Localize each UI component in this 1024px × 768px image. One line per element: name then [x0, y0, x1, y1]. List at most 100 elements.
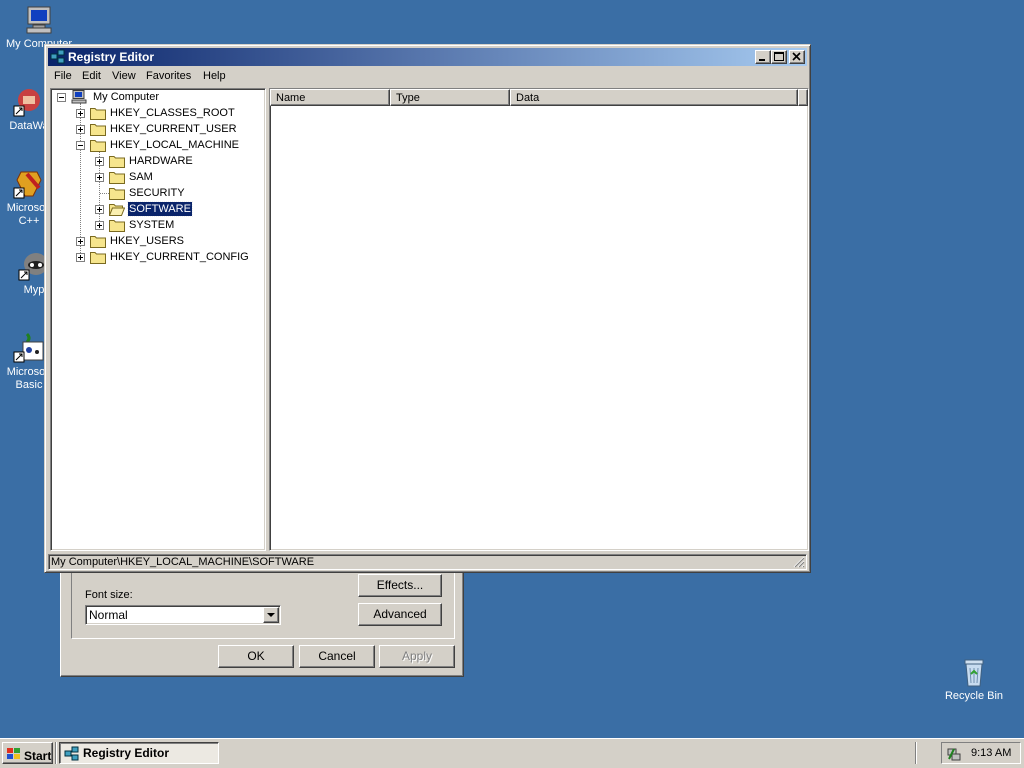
tree-node-security[interactable]: SECURITY: [95, 185, 255, 201]
registry-editor-window: Registry Editor File Edit View Favorites…: [44, 44, 811, 573]
menu-view[interactable]: View: [112, 70, 136, 82]
my-computer-icon: [23, 4, 55, 36]
column-header-type[interactable]: Type: [390, 89, 510, 106]
taskbar-separator: [915, 742, 917, 764]
regedit-app-icon[interactable]: [50, 49, 66, 65]
folder-icon: [90, 138, 106, 152]
title-bar[interactable]: Registry Editor: [48, 48, 807, 66]
tree-connector: [100, 193, 109, 194]
expand-toggle-icon[interactable]: [95, 221, 104, 230]
apply-button[interactable]: Apply: [379, 645, 455, 668]
expand-toggle-icon[interactable]: [95, 205, 104, 214]
tree-node-label: SYSTEM: [129, 219, 175, 231]
folder-icon: [109, 170, 125, 184]
expand-toggle-icon[interactable]: [76, 237, 85, 246]
menu-edit[interactable]: Edit: [82, 70, 101, 82]
dropdown-arrow-icon[interactable]: [263, 607, 279, 623]
desktop-icon-label: Recycle Bin: [944, 690, 1004, 702]
expand-toggle-icon[interactable]: [76, 253, 85, 262]
taskbar-button-label: Registry Editor: [83, 746, 170, 760]
status-bar: My Computer\HKEY_LOCAL_MACHINE\SOFTWARE: [48, 554, 807, 570]
registry-tree-pane[interactable]: My Computer HKEY_CLASSES_ROOT HKEY_CURRE…: [50, 88, 266, 551]
desktop-icon-recycle-bin[interactable]: Recycle Bin: [939, 656, 1009, 703]
folder-icon: [90, 234, 106, 248]
font-size-select[interactable]: Normal: [85, 605, 281, 625]
clock[interactable]: 9:13 AM: [971, 747, 1011, 759]
status-path: My Computer\HKEY_LOCAL_MACHINE\SOFTWARE: [51, 556, 315, 568]
tree-node-hkey-current-config[interactable]: HKEY_CURRENT_CONFIG: [76, 249, 261, 265]
minimize-button[interactable]: [755, 50, 771, 64]
menu-file[interactable]: File: [54, 70, 72, 82]
folder-icon: [90, 106, 106, 120]
visual-basic-shortcut-icon: [13, 332, 45, 364]
visual-cpp-shortcut-icon: [13, 168, 45, 200]
start-label: Start: [24, 749, 52, 763]
ok-button[interactable]: OK: [218, 645, 294, 668]
maximize-icon: [774, 52, 784, 61]
maximize-button[interactable]: [771, 50, 787, 64]
tree-node-software[interactable]: SOFTWARE: [95, 201, 255, 217]
taskbar: Start Registry Editor 9:13 AM: [0, 738, 1024, 768]
close-icon: [792, 52, 801, 61]
folder-icon: [109, 186, 125, 200]
folder-icon: [90, 250, 106, 264]
close-button[interactable]: [789, 50, 805, 64]
menu-bar: File Edit View Favorites Help: [48, 68, 807, 86]
datawa-shortcut-icon: [13, 86, 45, 118]
menu-help[interactable]: Help: [203, 70, 226, 82]
window-title: Registry Editor: [68, 50, 155, 64]
background-properties-dialog: Effects... Font size: Normal Advanced OK…: [60, 551, 464, 677]
tree-node-system[interactable]: SYSTEM: [95, 217, 255, 233]
column-header-label: Type: [396, 92, 420, 104]
tree-node-hardware[interactable]: HARDWARE: [95, 153, 255, 169]
network-tray-icon[interactable]: [946, 746, 962, 762]
computer-icon: [71, 90, 87, 104]
registry-values-pane[interactable]: Name Type Data: [269, 88, 809, 551]
collapse-toggle-icon[interactable]: [76, 141, 85, 150]
regedit-app-icon: [64, 746, 80, 762]
windows-logo-icon: [6, 746, 22, 762]
tree-node-label: HKEY_LOCAL_MACHINE: [110, 139, 239, 151]
system-tray: 9:13 AM: [941, 742, 1021, 764]
collapse-toggle-icon[interactable]: [57, 93, 66, 102]
tree-node-sam[interactable]: SAM: [95, 169, 255, 185]
resize-grip-icon[interactable]: [793, 556, 805, 568]
tree-node-label: SAM: [129, 171, 153, 183]
recycle-bin-icon: [958, 656, 990, 688]
tree-node-label: My Computer: [93, 91, 160, 103]
tree-node-label: HKEY_CURRENT_USER: [110, 123, 237, 135]
column-header-data[interactable]: Data: [510, 89, 798, 106]
start-button[interactable]: Start: [2, 742, 53, 764]
taskbar-separator: [55, 742, 57, 764]
expand-toggle-icon[interactable]: [76, 125, 85, 134]
column-header-label: Data: [516, 92, 540, 104]
tree-node-hkey-users[interactable]: HKEY_USERS: [76, 233, 256, 249]
tree-node-hkey-local-machine[interactable]: HKEY_LOCAL_MACHINE: [76, 137, 256, 153]
expand-toggle-icon[interactable]: [95, 157, 104, 166]
tree-node-hkey-current-user[interactable]: HKEY_CURRENT_USER: [76, 121, 256, 137]
tree-node-label: HKEY_USERS: [110, 235, 184, 247]
advanced-button[interactable]: Advanced: [358, 603, 442, 626]
tree-node-hkey-classes-root[interactable]: HKEY_CLASSES_ROOT: [76, 105, 256, 121]
cancel-button[interactable]: Cancel: [299, 645, 375, 668]
tree-node-label: HARDWARE: [129, 155, 193, 167]
open-folder-icon: [108, 202, 126, 216]
font-size-value: Normal: [89, 608, 128, 622]
folder-icon: [90, 122, 106, 136]
folder-icon: [109, 154, 125, 168]
tree-node-label: HKEY_CURRENT_CONFIG: [110, 251, 249, 263]
tree-node-label: HKEY_CLASSES_ROOT: [110, 107, 235, 119]
expand-toggle-icon[interactable]: [76, 109, 85, 118]
menu-favorites[interactable]: Favorites: [146, 70, 191, 82]
minimize-icon: [759, 59, 765, 61]
folder-icon: [109, 218, 125, 232]
expand-toggle-icon[interactable]: [95, 173, 104, 182]
column-header-filler: [798, 89, 808, 106]
taskbar-button-registry-editor[interactable]: Registry Editor: [59, 742, 219, 764]
tree-node-my-computer[interactable]: My Computer: [57, 89, 257, 105]
column-header-name[interactable]: Name: [270, 89, 390, 106]
effects-button[interactable]: Effects...: [358, 574, 442, 597]
tree-node-label: SECURITY: [129, 187, 185, 199]
font-size-label: Font size:: [85, 589, 133, 601]
column-header-label: Name: [276, 92, 306, 104]
